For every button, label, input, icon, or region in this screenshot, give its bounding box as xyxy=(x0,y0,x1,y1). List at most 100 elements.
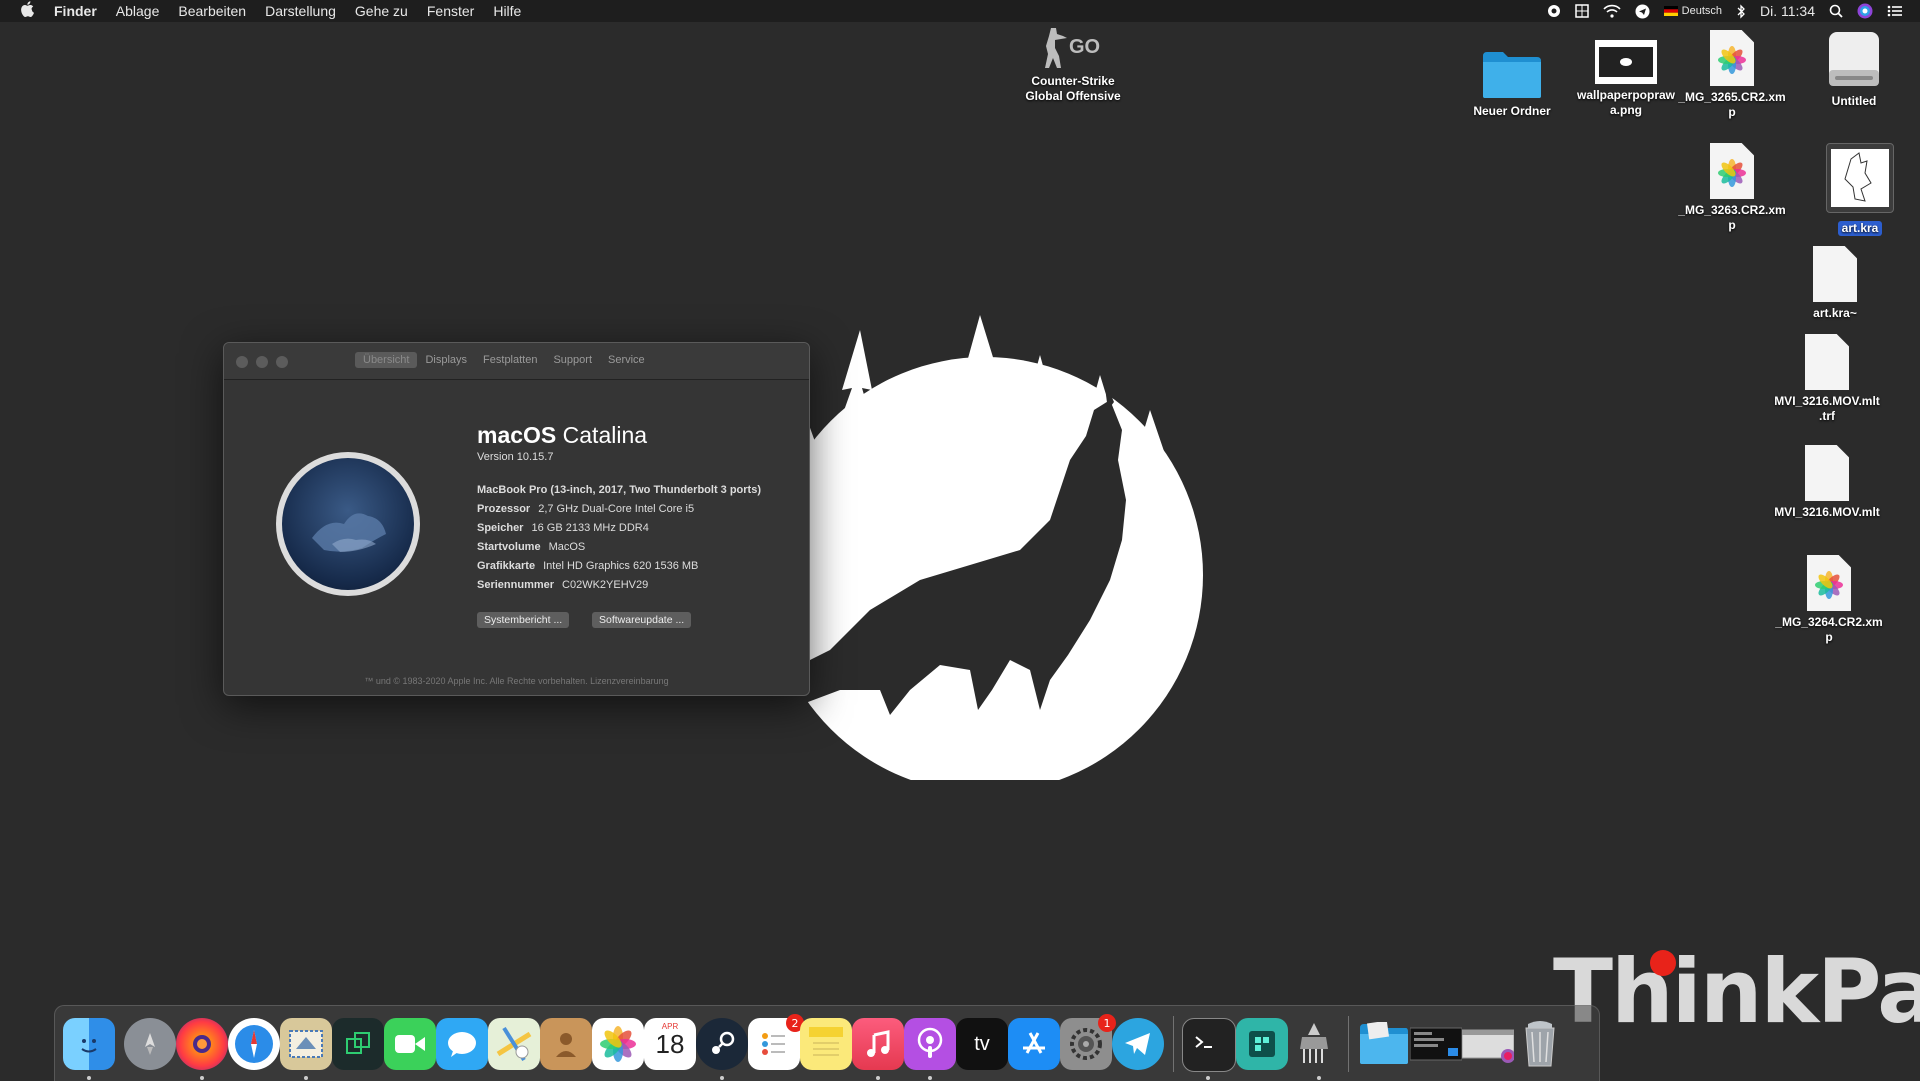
dock-appstore-icon[interactable] xyxy=(1008,1018,1060,1070)
dock-mail-icon[interactable] xyxy=(280,1018,332,1070)
desktop-icon-label: MVI_3216.MOV.mlt .trf xyxy=(1774,394,1880,423)
spotlight-search-icon[interactable] xyxy=(1829,4,1843,18)
desktop-icon-neuer-ordner[interactable]: Neuer Ordner xyxy=(1457,48,1567,119)
running-indicator xyxy=(1206,1076,1210,1080)
tab-service[interactable]: Service xyxy=(600,352,653,368)
menu-gehe-zu[interactable]: Gehe zu xyxy=(355,3,408,19)
dock-photos-icon[interactable] xyxy=(592,1018,644,1070)
window-titlebar[interactable]: Übersicht Displays Festplatten Support S… xyxy=(224,343,809,380)
dock-recent-stack-icon[interactable] xyxy=(1462,1018,1514,1070)
desktop-icon-label: art.kra~ xyxy=(1813,306,1857,320)
spec-key: Prozessor xyxy=(477,503,531,515)
dock-maps-icon[interactable] xyxy=(488,1018,540,1070)
copyright-notice: ™ und © 1983-2020 Apple Inc. Alle Rechte… xyxy=(364,676,669,686)
desktop-icon-art-kra-backup[interactable]: art.kra~ xyxy=(1780,246,1890,321)
menu-fenster[interactable]: Fenster xyxy=(427,3,474,19)
apple-menu-icon[interactable] xyxy=(20,1,34,21)
dock-system-preferences-icon[interactable]: 1 xyxy=(1060,1014,1116,1070)
record-icon[interactable] xyxy=(1547,4,1561,18)
menu-bearbeiten[interactable]: Bearbeiten xyxy=(178,3,246,19)
tab-festplatten[interactable]: Festplatten xyxy=(475,352,545,368)
siri-icon[interactable] xyxy=(1857,3,1873,19)
os-name-bold: macOS xyxy=(477,422,557,448)
dock-launchpad-icon[interactable] xyxy=(124,1018,176,1070)
desktop-icon-label: Counter-Strike Global Offensive xyxy=(1025,74,1121,103)
about-this-mac-window: Übersicht Displays Festplatten Support S… xyxy=(223,342,810,696)
tab-support[interactable]: Support xyxy=(545,352,600,368)
generic-document-icon xyxy=(1813,246,1857,302)
dock-screenshots-stack-icon[interactable] xyxy=(1410,1018,1462,1070)
dock-automator-icon[interactable] xyxy=(1288,1018,1340,1070)
spec-key: Speicher xyxy=(477,522,524,534)
notification-center-icon[interactable] xyxy=(1887,5,1902,17)
desktop-icon-mg-3264-xmp[interactable]: _MG_3264.CR2.xm p xyxy=(1774,555,1884,645)
dock-podcasts-icon[interactable] xyxy=(904,1018,956,1070)
spec-key: Startvolume xyxy=(477,541,541,553)
spec-row: Startvolume MacOS xyxy=(477,538,761,557)
spec-key: Seriennummer xyxy=(477,579,555,591)
generic-document-icon xyxy=(1805,334,1849,390)
desktop-icon-csgo[interactable]: GO Counter-Strike Global Offensive xyxy=(1018,26,1128,104)
dock-telegram-icon[interactable] xyxy=(1112,1018,1164,1070)
spec-row: Grafikkarte Intel HD Graphics 620 1536 MB xyxy=(477,557,761,576)
clock[interactable]: Di. 11:34 xyxy=(1760,3,1815,19)
dock-calendar-icon[interactable]: APR 18 xyxy=(644,1018,696,1070)
dock-reminders-icon[interactable]: 2 xyxy=(748,1014,804,1070)
dock-steam-icon[interactable] xyxy=(696,1018,748,1070)
desktop-icon-label: MVI_3216.MOV.mlt xyxy=(1774,505,1880,519)
menu-app-name[interactable]: Finder xyxy=(54,3,97,19)
dock-facetime-icon[interactable] xyxy=(384,1018,436,1070)
dock-messages-icon[interactable] xyxy=(436,1018,488,1070)
system-report-button[interactable]: Systembericht ... xyxy=(477,612,570,628)
menu-hilfe[interactable]: Hilfe xyxy=(493,3,521,19)
dock-firefox-icon[interactable] xyxy=(176,1018,228,1070)
window-grid-icon[interactable] xyxy=(1574,4,1589,18)
csgo-logo-icon: GO xyxy=(1041,26,1105,70)
spec-value: Intel HD Graphics 620 1536 MB xyxy=(543,560,699,572)
spec-list: MacBook Pro (13-inch, 2017, Two Thunderb… xyxy=(477,481,761,595)
spec-value: C02WK2YEHV29 xyxy=(562,579,649,591)
spec-key: Grafikkarte xyxy=(477,560,536,572)
os-version: Version 10.15.7 xyxy=(477,451,554,463)
bluetooth-icon[interactable] xyxy=(1736,3,1746,19)
appletv-label: tv xyxy=(974,1032,990,1055)
dock-finder-icon[interactable] xyxy=(63,1018,115,1070)
dock-music-icon[interactable] xyxy=(852,1018,904,1070)
close-button[interactable] xyxy=(236,356,248,368)
desktop-icon-label: _MG_3264.CR2.xm p xyxy=(1775,615,1883,644)
model-name: MacBook Pro (13-inch, 2017, Two Thunderb… xyxy=(477,484,761,496)
dock-terminal-icon[interactable] xyxy=(1182,1018,1236,1072)
dock: APR 18 2 tv 1 xyxy=(54,1005,1600,1081)
input-source-label: Deutsch xyxy=(1681,5,1722,17)
menu-ablage[interactable]: Ablage xyxy=(116,3,160,19)
dock-downloads-folder-icon[interactable] xyxy=(1358,1018,1410,1070)
desktop-icon-untitled[interactable]: Untitled xyxy=(1799,30,1909,109)
desktop-icon-mg-3265-xmp[interactable]: _MG_3265.CR2.xm p xyxy=(1677,30,1787,120)
desktop-icon-wallpaperpoprawka[interactable]: wallpaperpopraw a.png xyxy=(1571,40,1681,118)
menu-darstellung[interactable]: Darstellung xyxy=(265,3,336,19)
status-area: Deutsch Di. 11:34 xyxy=(1547,0,1902,22)
tab-uebersicht[interactable]: Übersicht xyxy=(355,352,418,368)
dock-trash-icon[interactable] xyxy=(1514,1018,1566,1070)
software-update-button[interactable]: Softwareupdate ... xyxy=(592,612,692,628)
dock-contacts-icon[interactable] xyxy=(540,1018,592,1070)
desktop-icon-mvi-3216-mlt-trf[interactable]: MVI_3216.MOV.mlt .trf xyxy=(1772,334,1882,424)
dock-parallels-icon[interactable] xyxy=(332,1018,384,1070)
telegram-status-icon[interactable] xyxy=(1635,4,1650,19)
minimize-button[interactable] xyxy=(256,356,268,368)
photos-document-icon xyxy=(1807,555,1851,611)
dock-notes-icon[interactable] xyxy=(800,1018,852,1070)
dock-krita-icon[interactable] xyxy=(1236,1018,1288,1070)
zoom-button[interactable] xyxy=(276,356,288,368)
input-source[interactable]: Deutsch xyxy=(1663,5,1722,17)
desktop-icon-mvi-3216-mlt[interactable]: MVI_3216.MOV.mlt xyxy=(1772,445,1882,520)
desktop-icon-mg-3263-xmp[interactable]: _MG_3263.CR2.xm p xyxy=(1677,143,1787,233)
desktop-icon-art-kra[interactable]: art.kra xyxy=(1805,143,1915,236)
running-indicator xyxy=(876,1076,880,1080)
tab-displays[interactable]: Displays xyxy=(417,352,475,368)
photos-document-icon xyxy=(1710,143,1754,199)
desktop-icon-label: Untitled xyxy=(1831,94,1877,108)
dock-appletv-icon[interactable]: tv xyxy=(956,1018,1008,1070)
dock-safari-icon[interactable] xyxy=(228,1018,280,1070)
wifi-icon[interactable] xyxy=(1603,4,1621,18)
